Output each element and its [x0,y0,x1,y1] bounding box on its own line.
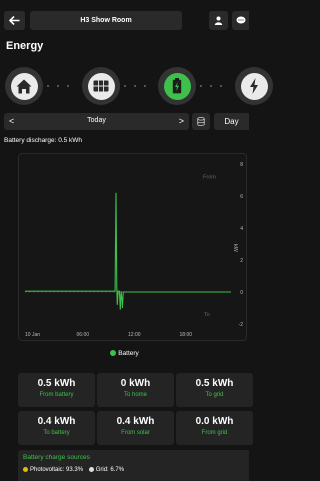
y-tick-label: 4 [240,226,243,232]
stat-card-to-battery: 0.4 kWh To battery [18,411,95,445]
home-nav-button[interactable] [5,67,43,105]
range-day-button[interactable]: Day [214,113,249,130]
x-tick-label: 10 Jan [25,332,40,338]
date-selector: < Today > [4,113,189,130]
battery-icon [163,72,191,100]
stat-card-to-home: 0 kWh To home [97,373,174,407]
stat-label: To battery [43,430,70,436]
user-button[interactable] [209,11,228,30]
bolt-icon [240,72,268,100]
stat-value: 0.4 kWh [116,416,155,427]
energy-nav [0,64,273,108]
battery-discharge-summary: Battery discharge: 0.5 kWh [4,137,83,144]
grid-icon [87,72,115,100]
stat-label: From battery [39,392,74,398]
stat-card-from-battery: 0.5 kWh From battery [18,373,95,407]
charge-sources-list: Photovoltaic: 93.3% Grid: 6.7% [23,467,124,473]
stat-value: 0 kWh [120,378,151,389]
chart-legend[interactable]: Battery [0,350,249,357]
grid-nav-button[interactable] [82,67,120,105]
stat-value: 0.5 kWh [195,378,234,389]
stat-value: 0.0 kWh [195,416,234,427]
y-axis-label: kW [232,244,238,253]
y-tick-label: 6 [240,194,243,200]
grid-share: Grid: 6.7% [95,467,125,474]
battery-nav-button[interactable] [158,67,196,105]
current-date[interactable]: Today [4,117,189,124]
stat-value: 0.4 kWh [37,416,76,427]
stat-card-from-grid: 0.0 kWh From grid [176,411,253,445]
stat-label: To grid [205,392,224,398]
charge-sources-card: Battery charge sources Photovoltaic: 93.… [18,450,249,481]
series-line-battery [25,192,231,310]
database-icon [197,117,205,126]
stat-label: From solar [121,430,150,436]
stat-card-to-grid: 0.5 kWh To grid [176,373,253,407]
x-tick-label: 06:00 [77,332,90,338]
data-source-button[interactable] [192,113,210,130]
battery-chart: 8 6 4 2 0 -2 kW From To 10 Jan 06:00 12:00 18:00 [18,153,247,341]
stat-label: From grid [201,430,228,436]
back-button[interactable] [4,11,25,30]
next-date-button[interactable]: > [179,116,184,126]
from-annotation: From [203,174,216,180]
site-title[interactable]: H3 Show Room [30,11,182,30]
connector-dots [47,85,69,87]
page-title: Energy [6,40,44,52]
stat-card-from-solar: 0.4 kWh From solar [97,411,174,445]
home-icon [10,72,38,100]
photovoltaic-share: Photovoltaic: 93.3% [30,467,84,474]
y-tick-label: 0 [240,290,243,296]
x-tick-label: 18:00 [180,332,193,338]
legend-label-battery: Battery [118,350,139,357]
connector-dots [200,85,222,87]
y-tick-label: 2 [240,258,243,264]
person-icon [214,16,223,25]
connector-dots [124,85,146,87]
y-tick-label: 8 [240,162,243,168]
charge-sources-title: Battery charge sources [23,454,90,461]
grid-swatch [88,467,94,472]
arrow-left-icon [9,16,20,25]
battery-chart-svg: 8 6 4 2 0 -2 kW From To 10 Jan 06:00 12:00 18:00 [25,162,244,338]
chat-icon [236,16,245,24]
y-tick-label: -2 [239,322,244,328]
power-nav-button[interactable] [235,67,273,105]
stat-label: To home [123,392,147,398]
legend-swatch-battery [110,350,117,357]
top-bar: H3 Show Room [0,0,249,36]
photovoltaic-swatch [23,467,28,472]
chat-button[interactable] [232,11,249,30]
x-tick-label: 12:00 [128,332,141,338]
to-annotation: To [204,312,210,318]
stat-value: 0.5 kWh [37,378,76,389]
